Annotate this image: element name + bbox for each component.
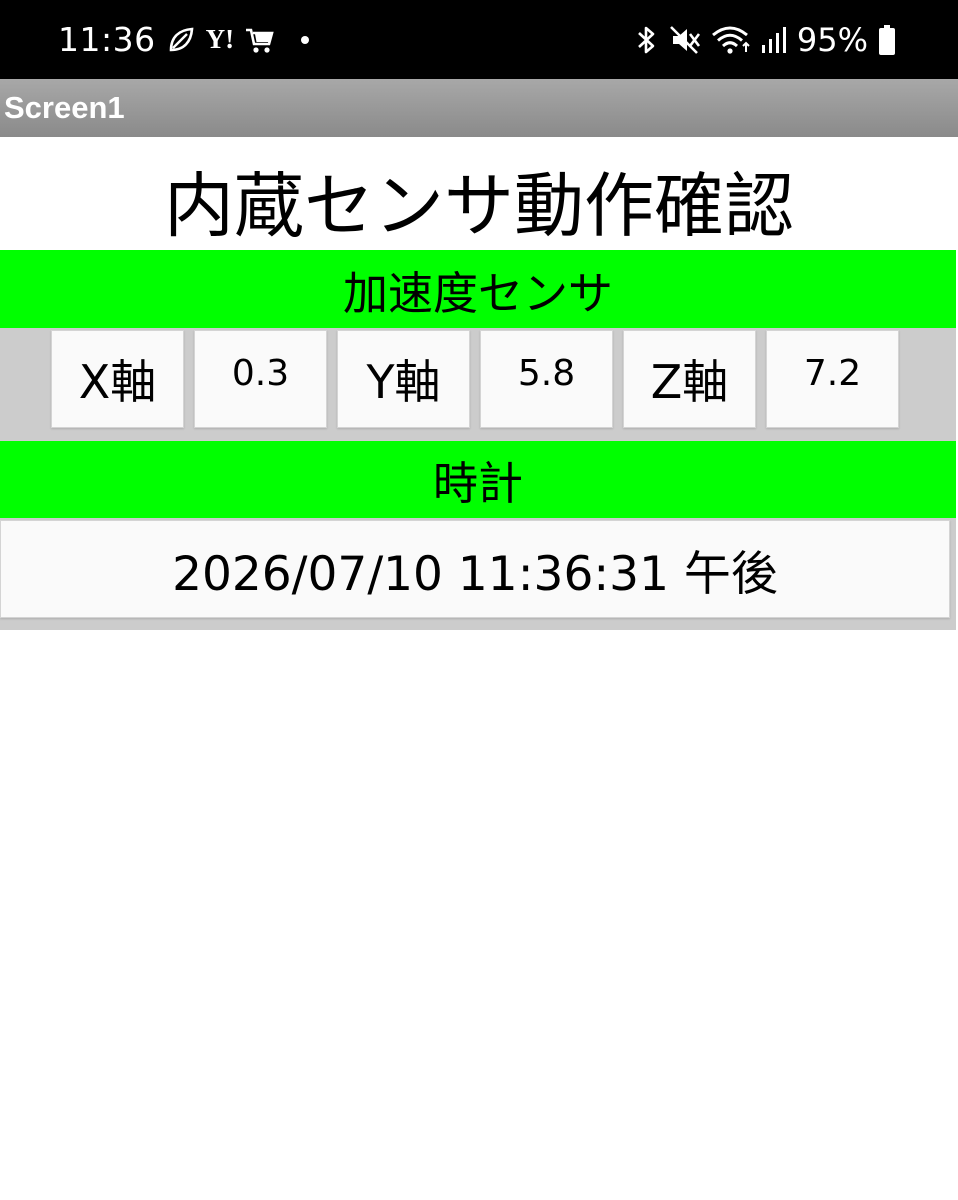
app-bar: Screen1 (0, 79, 958, 137)
wifi-icon (711, 24, 751, 56)
clock-header: 時計 (0, 441, 956, 518)
axis-row: X軸 0.3 Y軸 5.8 Z軸 7.2 (0, 328, 956, 441)
bluetooth-icon (633, 24, 659, 56)
battery-percent: 95% (796, 20, 868, 59)
status-right: 95% (633, 0, 896, 79)
signal-icon (761, 25, 787, 55)
app-title: Screen1 (4, 90, 125, 125)
yahoo-icon: Y! (205, 24, 235, 54)
status-left: 11:36 Y! (58, 0, 310, 79)
clock-datetime[interactable]: 2026/07/10 11:36:31 午後 (0, 520, 950, 618)
battery-icon (878, 24, 896, 56)
accelerometer-header: 加速度センサ (0, 250, 956, 328)
page-title: 内蔵センサ動作確認 (164, 164, 794, 247)
status-bar: 11:36 Y! 95% (0, 0, 958, 79)
shopping-cart-icon (244, 25, 276, 55)
status-time: 11:36 (58, 20, 156, 59)
z-axis-value[interactable]: 7.2 (766, 330, 899, 428)
y-axis-label[interactable]: Y軸 (337, 330, 470, 428)
leaf-icon (166, 25, 196, 55)
x-axis-value[interactable]: 0.3 (194, 330, 327, 428)
mute-icon (669, 24, 701, 56)
z-axis-label[interactable]: Z軸 (623, 330, 756, 428)
dot-icon (300, 35, 310, 45)
y-axis-value[interactable]: 5.8 (480, 330, 613, 428)
x-axis-label[interactable]: X軸 (51, 330, 184, 428)
clock-row: 2026/07/10 11:36:31 午後 (0, 518, 956, 630)
